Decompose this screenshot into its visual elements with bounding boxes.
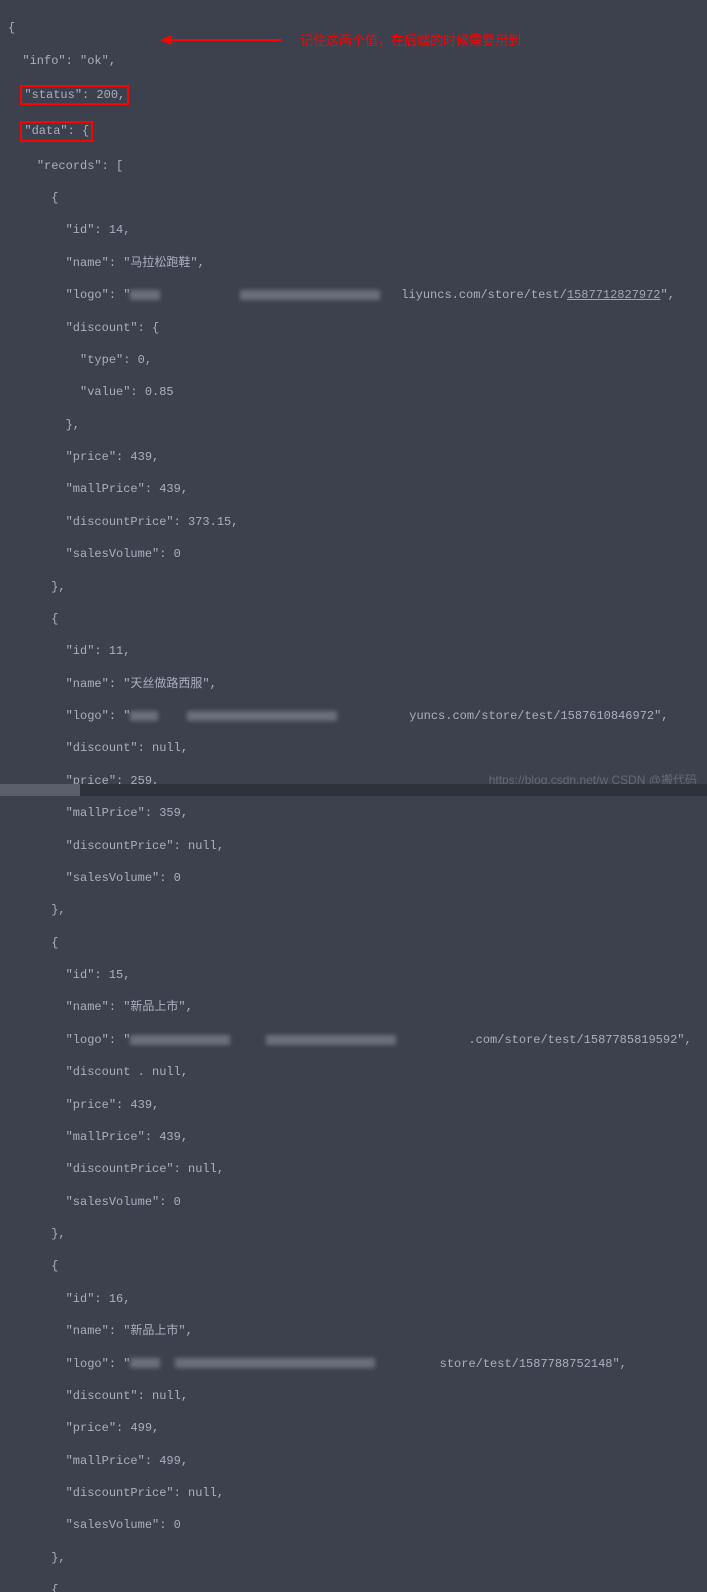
rec3-logo: "logo": " store/test/1587788752148", <box>8 1356 699 1372</box>
json-code-block: { "info": "ok", "status": 200, "data": {… <box>0 0 707 1592</box>
blur-mask <box>175 1358 375 1368</box>
rec2-close: }, <box>8 1226 699 1242</box>
status-highlight-box: "status": 200, <box>20 85 129 105</box>
blur-mask <box>130 290 160 300</box>
rec1-salesvolume: "salesVolume": 0 <box>8 870 699 886</box>
rec0-id: "id": 14, <box>8 222 699 238</box>
data-line: "data": { <box>24 124 89 138</box>
rec0-discount-close: }, <box>8 417 699 433</box>
rec1-discount: "discount": null, <box>8 740 699 756</box>
rec2-logo: "logo": " .com/store/test/1587785819592"… <box>8 1032 699 1048</box>
annotation-text: 记住这两个值，在后端的时候需要用到 <box>300 30 521 49</box>
arrow-head-icon <box>160 35 172 45</box>
blur-mask <box>240 290 380 300</box>
rec3-salesvolume: "salesVolume": 0 <box>8 1517 699 1533</box>
rec3-name: "name": "新品上市", <box>8 1323 699 1339</box>
data-highlight-box: "data": { <box>20 121 93 141</box>
rec1-close: }, <box>8 902 699 918</box>
rec1-discountprice: "discountPrice": null, <box>8 838 699 854</box>
blur-mask <box>130 1035 230 1045</box>
rec2-open: { <box>8 935 699 951</box>
horizontal-scrollbar[interactable] <box>0 784 707 796</box>
info-line: "info": "ok", <box>8 53 699 69</box>
records-open: "records": [ <box>8 158 699 174</box>
rec1-open: { <box>8 611 699 627</box>
rec0-open: { <box>8 190 699 206</box>
rec2-discountprice: "discountPrice": null, <box>8 1161 699 1177</box>
rec1-logo: "logo": " yuncs.com/store/test/158761084… <box>8 708 699 724</box>
records-label: "records": [ <box>37 159 123 173</box>
rec0-name: "name": "马拉松跑鞋", <box>8 255 699 271</box>
rec2-id: "id": 15, <box>8 967 699 983</box>
data-line-wrap: "data": { <box>8 121 699 141</box>
rec0-logo: "logo": " liyuncs.com/store/test/1587712… <box>8 287 699 303</box>
rec0-discount-type: "type": 0, <box>8 352 699 368</box>
rec2-name: "name": "新品上市", <box>8 999 699 1015</box>
rec2-price: "price": 439, <box>8 1097 699 1113</box>
info-value: "ok" <box>80 54 109 68</box>
annotation-arrow: 记住这两个值，在后端的时候需要用到 <box>160 30 521 49</box>
scrollbar-thumb[interactable] <box>0 784 80 796</box>
rec2-discount: "discount . null, <box>8 1064 699 1080</box>
rec0-price: "price": 439, <box>8 449 699 465</box>
rec1-name: "name": "天丝做路西服", <box>8 676 699 692</box>
blur-mask <box>130 1358 160 1368</box>
rec3-open: { <box>8 1258 699 1274</box>
arrow-line-icon <box>172 39 282 41</box>
rec0-discount-value: "value": 0.85 <box>8 384 699 400</box>
rec0-salesvolume: "salesVolume": 0 <box>8 546 699 562</box>
rec4-open: { <box>8 1582 699 1592</box>
rec2-salesvolume: "salesVolume": 0 <box>8 1194 699 1210</box>
blur-mask <box>266 1035 396 1045</box>
rec1-id: "id": 11, <box>8 643 699 659</box>
rec0-mallprice: "mallPrice": 439, <box>8 481 699 497</box>
rec3-discountprice: "discountPrice": null, <box>8 1485 699 1501</box>
rec0-close: }, <box>8 579 699 595</box>
status-line-wrap: "status": 200, <box>8 85 699 105</box>
blur-mask <box>187 711 337 721</box>
rec2-mallprice: "mallPrice": 439, <box>8 1129 699 1145</box>
rec0-discountprice: "discountPrice": 373.15, <box>8 514 699 530</box>
status-line: "status": 200, <box>24 88 125 102</box>
logo-link[interactable]: 1587712827972 <box>567 288 661 302</box>
rec3-discount: "discount": null, <box>8 1388 699 1404</box>
rec0-discount-open: "discount": { <box>8 320 699 336</box>
rec3-close: }, <box>8 1550 699 1566</box>
rec3-mallprice: "mallPrice": 499, <box>8 1453 699 1469</box>
rec1-mallprice: "mallPrice": 359, <box>8 805 699 821</box>
rec3-price: "price": 499, <box>8 1420 699 1436</box>
blur-mask <box>130 711 158 721</box>
rec3-id: "id": 16, <box>8 1291 699 1307</box>
